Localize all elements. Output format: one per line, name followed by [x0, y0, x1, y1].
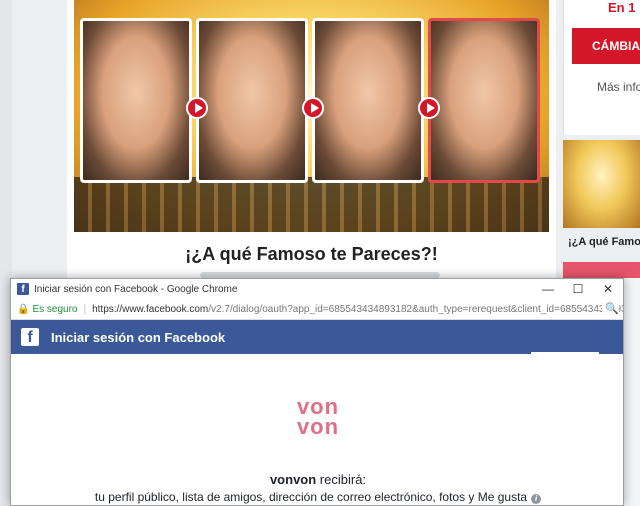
permissions-text: tu perfil público, lista de amigos, dire… — [11, 490, 623, 504]
window-titlebar: f Iniciar sesión con Facebook - Google C… — [11, 279, 623, 299]
receives-suffix: recibirá: — [316, 472, 367, 487]
separator: | — [83, 303, 87, 315]
window-title: Iniciar sesión con Facebook - Google Chr… — [34, 283, 238, 295]
facebook-icon: f — [21, 328, 39, 346]
play-icon — [186, 97, 208, 119]
close-icon[interactable]: ✕ — [593, 279, 623, 299]
url-rest: /v2.7/dialog/oauth?app_id=68554343489318… — [208, 303, 623, 315]
face-photo-1 — [80, 18, 192, 183]
receives-heading: vonvon recibirá: — [11, 472, 623, 487]
related-quiz-thumbnail[interactable] — [563, 140, 640, 228]
play-icon — [302, 97, 324, 119]
minimize-icon[interactable]: — — [533, 279, 563, 299]
lock-icon: 🔒 — [17, 303, 30, 315]
face-photo-4 — [428, 18, 540, 183]
info-icon[interactable]: i — [531, 494, 542, 504]
quiz-banner[interactable] — [74, 0, 549, 232]
facebook-login-popup: f Iniciar sesión con Facebook - Google C… — [10, 278, 624, 506]
dialog-header: f Iniciar sesión con Facebook — [11, 320, 623, 354]
related-quiz-caption[interactable]: ¡¿A qué Famo — [568, 236, 640, 248]
url-base: https://www.facebook.com — [92, 303, 209, 315]
app-logo-line-2: von — [296, 414, 340, 439]
dialog-header-title: Iniciar sesión con Facebook — [51, 329, 226, 345]
film-strip-decoration — [74, 177, 549, 232]
right-column-heading: En 1 — [608, 0, 636, 15]
play-icon — [418, 97, 440, 119]
face-photo-2 — [196, 18, 308, 183]
more-info-link[interactable]: Más info — [597, 80, 640, 94]
header-bar-decoration — [531, 352, 599, 358]
right-background — [624, 278, 640, 506]
permissions-list: tu perfil público, lista de amigos, dire… — [94, 490, 528, 504]
zoom-icon[interactable]: 🔍 — [602, 302, 619, 315]
security-label[interactable]: Es seguro — [32, 304, 77, 315]
face-photo-3 — [312, 18, 424, 183]
quiz-title[interactable]: ¡¿A qué Famoso te Pareces?! — [74, 244, 549, 265]
address-bar[interactable]: 🔒 Es seguro | https://www.facebook.com/v… — [11, 299, 623, 320]
window-controls: — ☐ ✕ — [533, 279, 623, 299]
right-column-card — [563, 0, 640, 135]
change-button[interactable]: CÁMBIA — [572, 28, 640, 64]
app-logo: von von — [11, 396, 623, 439]
app-name: vonvon — [269, 472, 317, 487]
maximize-icon[interactable]: ☐ — [563, 279, 593, 299]
facebook-icon: f — [17, 283, 29, 295]
